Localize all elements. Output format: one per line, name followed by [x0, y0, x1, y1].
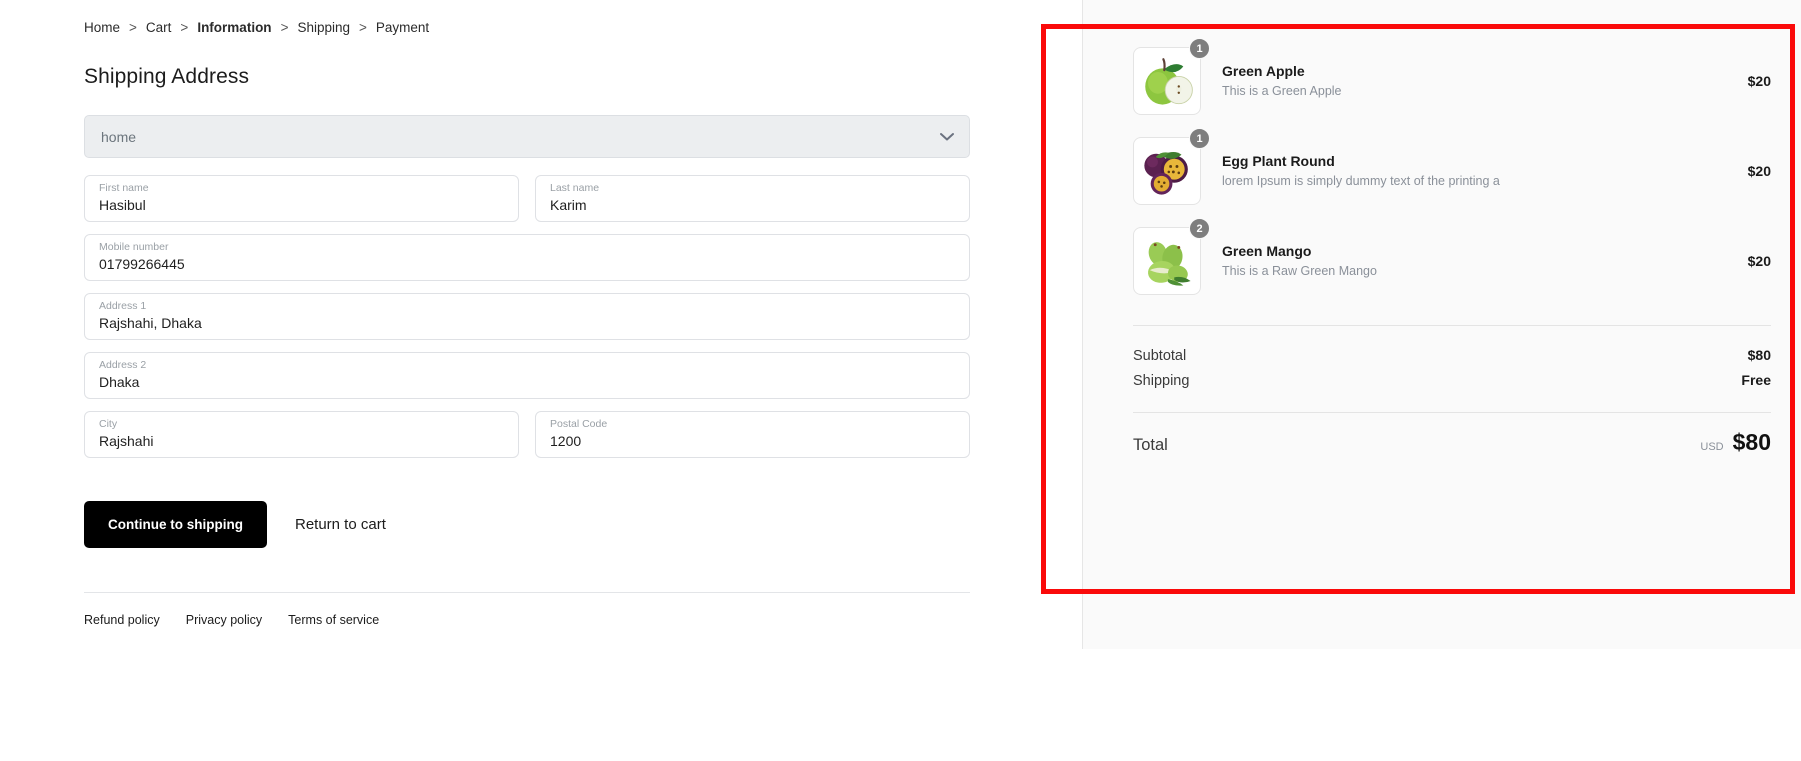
city-field[interactable]: City — [84, 411, 519, 458]
shipping-row: Shipping Free — [1133, 368, 1771, 393]
address-2-field[interactable]: Address 2 — [84, 352, 970, 399]
terms-of-service-link[interactable]: Terms of service — [288, 613, 379, 627]
footer-links: Refund policy Privacy policy Terms of se… — [84, 613, 970, 627]
passion-fruit-image — [1133, 137, 1201, 205]
postal-code-input[interactable] — [550, 432, 955, 451]
breadcrumb-item-cart[interactable]: Cart — [146, 20, 172, 35]
shipping-label: Shipping — [1133, 373, 1190, 389]
continue-to-shipping-button[interactable]: Continue to shipping — [84, 501, 267, 548]
page-title: Shipping Address — [84, 65, 250, 88]
form-actions: Continue to shipping Return to cart — [84, 501, 974, 548]
address-1-field[interactable]: Address 1 — [84, 293, 970, 340]
refund-policy-link[interactable]: Refund policy — [84, 613, 160, 627]
address2-field-row: Address 2 — [84, 352, 974, 399]
address-1-input[interactable] — [99, 314, 955, 333]
breadcrumb-item-home[interactable]: Home — [84, 20, 120, 35]
product-thumbnail-wrapper: 2 — [1133, 218, 1210, 295]
green-apple-image — [1133, 47, 1201, 115]
product-name: Green Mango — [1222, 243, 1312, 259]
product-price: $20 — [1747, 73, 1771, 89]
product-description: This is a Raw Green Mango — [1222, 264, 1377, 278]
quantity-badge: 1 — [1189, 38, 1210, 59]
product-price: $20 — [1747, 163, 1771, 179]
total-label: Total — [1133, 436, 1168, 454]
subtotal-value: $80 — [1747, 347, 1771, 363]
list-item[interactable]: 2 Green Mango This is a Raw Green Mango … — [1133, 216, 1771, 306]
mobile-number-field[interactable]: Mobile number — [84, 234, 970, 281]
shipping-value: Free — [1741, 372, 1771, 388]
total-currency: USD — [1700, 441, 1724, 453]
product-info: Egg Plant Round lorem Ipsum is simply du… — [1222, 151, 1730, 191]
breadcrumb-item-payment[interactable]: Payment — [376, 20, 429, 35]
first-name-input[interactable] — [99, 196, 504, 215]
order-summary-inner: 1 Green Apple This is a Green Apple $20 — [1083, 0, 1801, 456]
product-info: Green Apple This is a Green Apple — [1222, 61, 1730, 101]
footer-divider — [84, 592, 970, 593]
first-name-field[interactable]: First name — [84, 175, 519, 222]
postal-code-field[interactable]: Postal Code — [535, 411, 970, 458]
mobile-number-label: Mobile number — [99, 241, 169, 253]
last-name-field[interactable]: Last name — [535, 175, 970, 222]
address-1-label: Address 1 — [99, 300, 147, 312]
privacy-policy-link[interactable]: Privacy policy — [186, 613, 262, 627]
first-name-label: First name — [99, 182, 149, 194]
total-amount-group: USD $80 — [1700, 429, 1771, 456]
city-postal-field-row: City Postal Code — [84, 411, 974, 458]
mobile-field-row: Mobile number — [84, 234, 974, 281]
product-description: lorem Ipsum is simply dummy text of the … — [1222, 174, 1500, 188]
list-item[interactable]: 1 Green Apple This is a Green Apple $20 — [1133, 36, 1771, 126]
product-name: Green Apple — [1222, 63, 1305, 79]
product-thumbnail-wrapper: 1 — [1133, 38, 1210, 115]
city-input[interactable] — [99, 432, 504, 451]
postal-code-label: Postal Code — [550, 418, 608, 430]
product-info: Green Mango This is a Raw Green Mango — [1222, 241, 1730, 281]
subtotal-label: Subtotal — [1133, 348, 1187, 364]
order-totals: Subtotal $80 Shipping Free — [1133, 326, 1771, 393]
shipping-form-column: Home > Cart > Information > Shipping > P… — [84, 20, 974, 627]
breadcrumb-separator: > — [359, 20, 367, 35]
mobile-number-input[interactable] — [99, 255, 955, 274]
grand-total-row: Total USD $80 — [1133, 413, 1771, 456]
breadcrumb-separator: > — [180, 20, 189, 35]
breadcrumb-item-shipping[interactable]: Shipping — [297, 20, 350, 35]
quantity-badge: 2 — [1189, 218, 1210, 239]
order-line-items: 1 Green Apple This is a Green Apple $20 — [1133, 36, 1771, 306]
footer: Refund policy Privacy policy Terms of se… — [84, 592, 970, 627]
breadcrumb-item-information[interactable]: Information — [197, 20, 271, 35]
address-2-label: Address 2 — [99, 359, 147, 371]
total-value: $80 — [1732, 429, 1771, 455]
name-field-row: First name Last name — [84, 175, 974, 222]
product-description: This is a Green Apple — [1222, 84, 1342, 98]
green-mango-image — [1133, 227, 1201, 295]
product-name: Egg Plant Round — [1222, 153, 1335, 169]
list-item[interactable]: 1 Egg Plant Round lorem Ipsum is simply … — [1133, 126, 1771, 216]
address-type-select[interactable]: home — [84, 115, 970, 158]
last-name-input[interactable] — [550, 196, 955, 215]
city-label: City — [99, 418, 118, 430]
subtotal-row: Subtotal $80 — [1133, 343, 1771, 368]
return-to-cart-button[interactable]: Return to cart — [279, 516, 402, 533]
checkout-page: Home > Cart > Information > Shipping > P… — [0, 0, 1801, 761]
breadcrumb-separator: > — [129, 20, 137, 35]
address-2-input[interactable] — [99, 373, 955, 392]
product-price: $20 — [1747, 253, 1771, 269]
last-name-label: Last name — [550, 182, 600, 194]
breadcrumb-separator: > — [280, 20, 289, 35]
address-select-wrapper: home — [84, 115, 970, 158]
address1-field-row: Address 1 — [84, 293, 974, 340]
product-thumbnail-wrapper: 1 — [1133, 128, 1210, 205]
breadcrumb: Home > Cart > Information > Shipping > P… — [84, 20, 974, 35]
order-summary-panel: 1 Green Apple This is a Green Apple $20 — [1082, 0, 1801, 649]
quantity-badge: 1 — [1189, 128, 1210, 149]
